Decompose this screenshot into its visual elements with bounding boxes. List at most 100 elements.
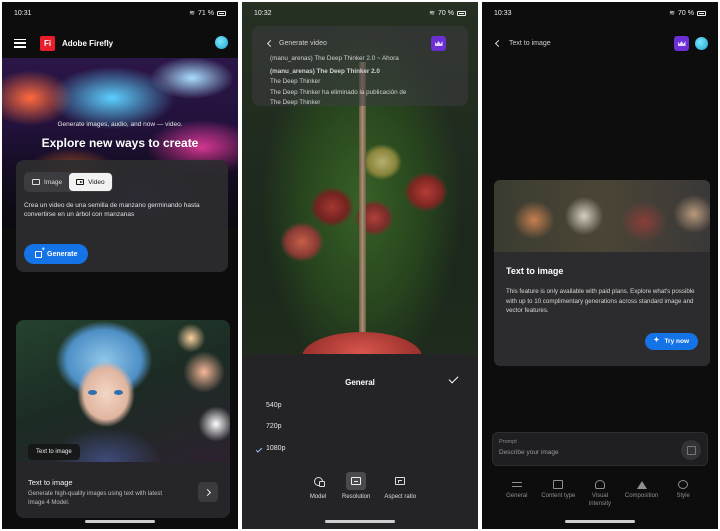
option-540p[interactable]: 540p xyxy=(266,402,282,409)
notification-line: (manu_arenas) The Deep Thinker 2.0 ~ Aho… xyxy=(270,55,399,62)
home-indicator xyxy=(85,520,155,523)
tab-video-label: Video xyxy=(88,178,105,186)
notification-header: Generate video xyxy=(266,39,327,48)
feature-title: Text to image xyxy=(28,478,73,487)
wifi-icon: ≋ xyxy=(669,10,676,17)
tab-style[interactable]: Style xyxy=(665,480,701,508)
back-icon[interactable] xyxy=(266,39,275,48)
app-bar: Text to image xyxy=(482,26,718,60)
tab-composition-label: Composition xyxy=(624,493,659,499)
option-1080p[interactable]: 1080p xyxy=(266,445,285,452)
battery-icon xyxy=(457,10,466,16)
tab-general-label: General xyxy=(506,493,528,499)
prompt-text[interactable]: Crea un video de una semilla de manzano … xyxy=(24,201,218,219)
status-time: 10:31 xyxy=(14,9,32,17)
tab-content-type[interactable]: Content type xyxy=(540,480,576,508)
battery-level: 71 % xyxy=(198,9,214,17)
app-bar: Fi Adobe Firefly xyxy=(2,26,238,60)
composition-icon xyxy=(636,480,647,489)
avatar[interactable] xyxy=(215,36,228,49)
tab-visual-intensity-label: Visual intensity xyxy=(588,493,611,507)
status-bar: 10:33 ≋ 70 % xyxy=(482,2,718,24)
prompt-input[interactable] xyxy=(499,446,649,458)
aspect-ratio-icon xyxy=(395,477,406,485)
generate-icon[interactable] xyxy=(681,440,701,460)
battery-level: 70 % xyxy=(678,9,694,17)
crown-icon[interactable] xyxy=(431,36,446,51)
tab-image-label: Image xyxy=(44,178,63,186)
content-type-icon xyxy=(553,480,564,489)
notification-header-label: Generate video xyxy=(279,40,327,47)
tool-resolution[interactable]: Resolution xyxy=(342,472,370,500)
dialog-title: Text to image xyxy=(506,266,564,276)
generate-card: Image Video Crea un video de una semilla… xyxy=(16,160,228,272)
dialog-preview-image xyxy=(494,180,710,252)
tab-content-type-label: Content type xyxy=(541,493,576,499)
feature-chip: Text to image xyxy=(28,444,80,460)
sheet-title: General xyxy=(345,378,375,387)
resolution-icon xyxy=(351,477,362,485)
paywall-dialog: Text to image This feature is only avail… xyxy=(494,180,710,366)
prompt-box: Prompt xyxy=(492,432,708,466)
screen-text-to-image: 10:33 ≋ 70 % Text to image Text to image… xyxy=(480,0,720,531)
crown-icon[interactable] xyxy=(674,36,689,51)
back-icon[interactable] xyxy=(494,39,503,47)
firefly-logo: Fi xyxy=(40,35,55,51)
notification-line: (manu_arenas) The Deep Thinker 2.0 xyxy=(270,68,380,75)
option-720p[interactable]: 720p xyxy=(266,423,282,430)
mode-toggle: Image Video xyxy=(24,172,113,192)
settings-sheet: General 540p 720p 1080p Model Resolution… xyxy=(242,354,478,529)
page-title: Text to image xyxy=(509,39,551,47)
battery-icon xyxy=(217,10,226,16)
app-title: Adobe Firefly xyxy=(62,38,114,48)
status-bar: 10:32 ≋ 70 % xyxy=(242,2,478,24)
try-now-button[interactable]: Try now xyxy=(645,333,698,350)
model-icon xyxy=(313,476,325,487)
selected-check-icon xyxy=(255,446,263,453)
prompt-label: Prompt xyxy=(499,439,517,445)
feature-card-text-to-image[interactable]: Text to image Text to image Generate hig… xyxy=(16,320,230,518)
eye-left xyxy=(88,390,97,395)
tab-video[interactable]: Video xyxy=(69,173,112,191)
tool-model-label: Model xyxy=(309,494,327,500)
tool-model[interactable]: Model xyxy=(308,472,328,500)
feature-open-button[interactable] xyxy=(198,482,218,502)
dialog-body: This feature is only available with paid… xyxy=(506,288,695,314)
feature-description: Generate high-quality images using text … xyxy=(28,491,163,506)
hero-title: Explore new ways to create xyxy=(41,136,199,150)
tab-visual-intensity[interactable]: Visual intensity xyxy=(582,480,618,508)
battery-level: 70 % xyxy=(438,9,454,17)
tab-general[interactable]: General xyxy=(499,480,535,508)
status-time: 10:33 xyxy=(494,9,512,17)
wifi-icon: ≋ xyxy=(189,10,196,17)
hero-subtitle: Generate images, audio, and now — video. xyxy=(57,121,183,128)
home-indicator xyxy=(565,520,635,523)
tree-trunk xyxy=(359,62,366,362)
try-now-label: Try now xyxy=(664,338,689,345)
tab-image[interactable]: Image xyxy=(25,173,69,191)
style-icon xyxy=(678,480,689,489)
settings-tools: Model Resolution Aspect ratio xyxy=(308,472,416,500)
eye-right xyxy=(114,390,123,395)
notification-line: The Deep Thinker xyxy=(270,78,321,85)
status-time: 10:32 xyxy=(254,9,272,17)
tab-composition[interactable]: Composition xyxy=(624,480,660,508)
avatar[interactable] xyxy=(695,37,708,50)
tab-style-label: Style xyxy=(676,493,690,499)
battery-icon xyxy=(697,10,706,16)
screen-home: 10:31 ≋ 71 % Fi Adobe Firefly Generate i… xyxy=(0,0,240,531)
notification-line: The Deep Thinker ha eliminado la publica… xyxy=(270,89,407,96)
settings-tabs: General Content type Visual intensity Co… xyxy=(482,480,718,508)
video-icon xyxy=(76,179,85,185)
tool-aspect-ratio[interactable]: Aspect ratio xyxy=(384,472,416,500)
generate-icon xyxy=(35,247,45,258)
wifi-icon: ≋ xyxy=(429,10,436,17)
notification-overlay[interactable]: Generate video (manu_arenas) The Deep Th… xyxy=(252,26,468,106)
screen-generate-video: 10:32 ≋ 70 % Generate video (manu_arenas… xyxy=(240,0,480,531)
chevron-right-icon xyxy=(203,488,211,496)
generate-button[interactable]: Generate xyxy=(24,244,89,264)
home-indicator xyxy=(325,520,395,523)
sliders-icon xyxy=(511,480,522,489)
tool-aspect-ratio-label: Aspect ratio xyxy=(384,494,417,500)
menu-icon[interactable] xyxy=(14,38,26,48)
